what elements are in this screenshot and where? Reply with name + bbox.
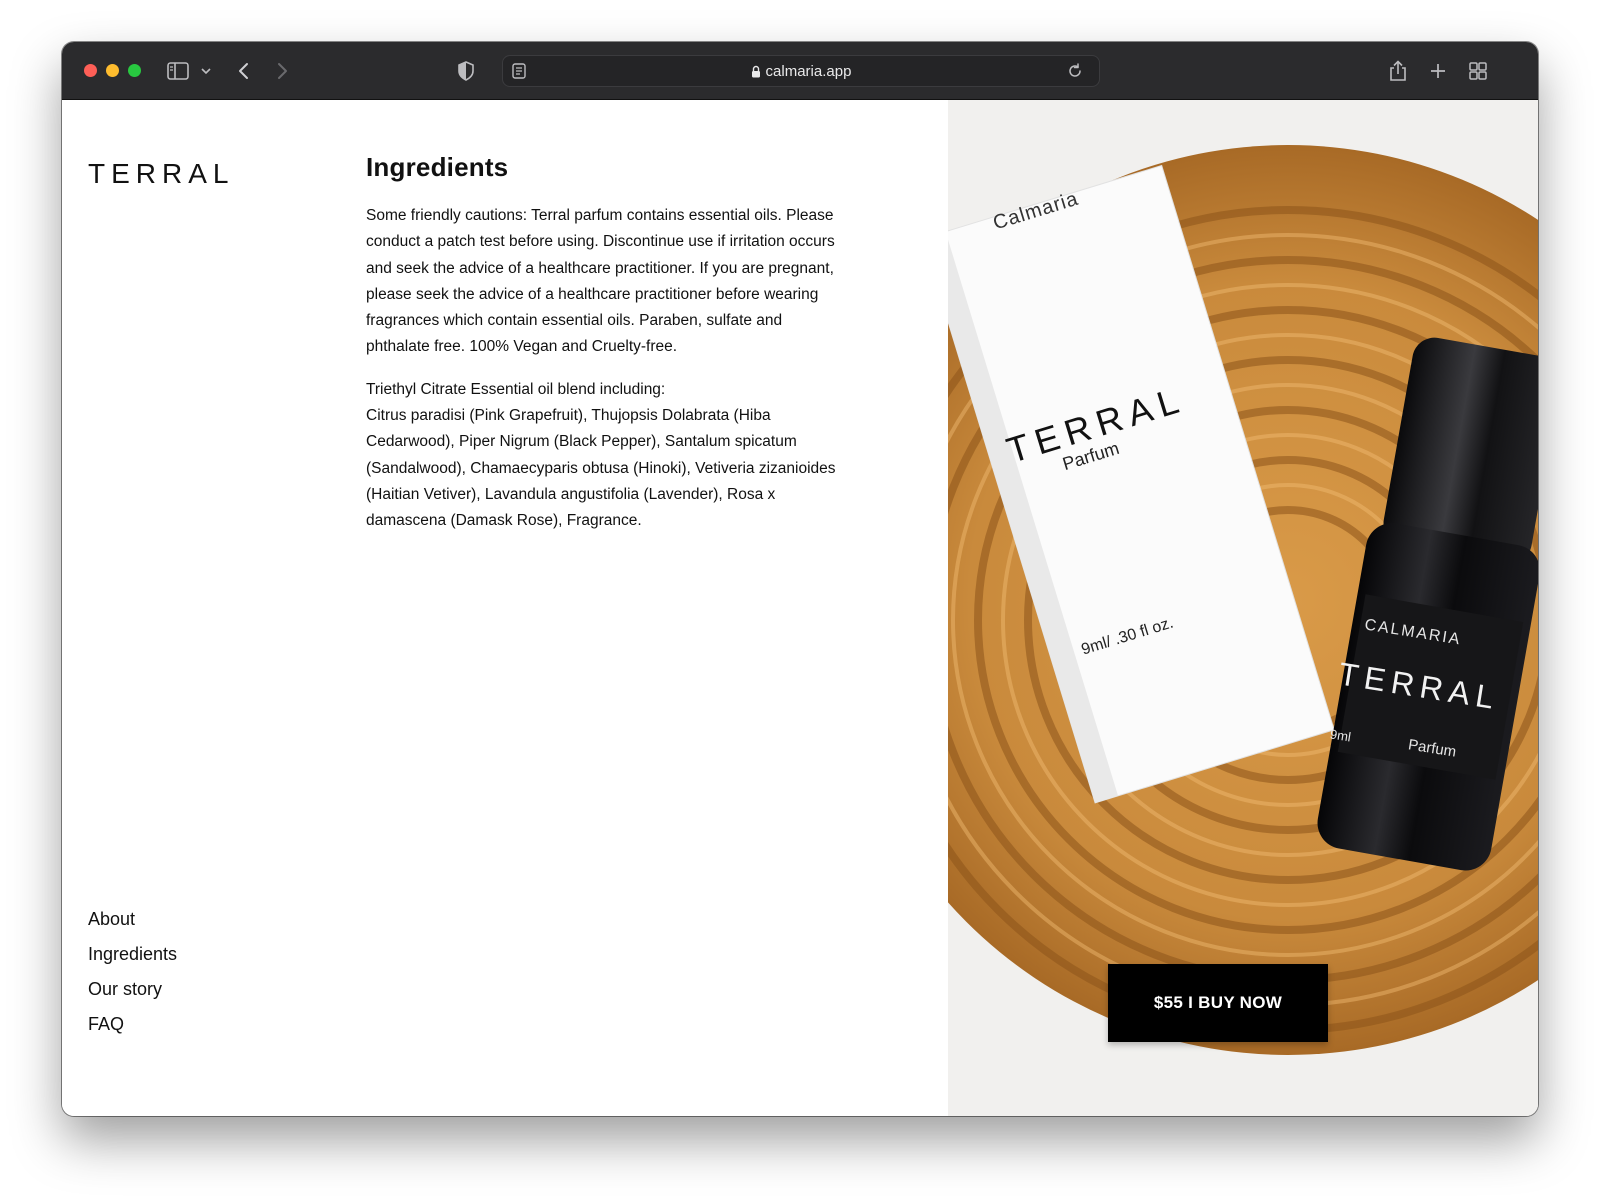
ingredients-intro: Triethyl Citrate Essential oil blend inc… xyxy=(366,380,666,398)
url-text: calmaria.app xyxy=(765,62,852,80)
forward-button-icon[interactable] xyxy=(270,59,294,83)
new-tab-icon[interactable] xyxy=(1426,59,1450,83)
privacy-shield-icon[interactable] xyxy=(454,59,478,83)
zoom-window-button[interactable] xyxy=(128,64,141,77)
text-pane: TERRAL Ingredients Some friendly caution… xyxy=(62,100,948,1116)
ingredients-list: Citrus paradisi (Pink Grapefruit), Thujo… xyxy=(366,407,836,530)
address-bar[interactable]: calmaria.app xyxy=(502,55,1100,87)
bottle-volume-label: 9ml xyxy=(1328,726,1352,745)
reload-icon[interactable] xyxy=(1063,59,1087,83)
sidebar-toggle-icon[interactable] xyxy=(166,59,190,83)
back-button-icon[interactable] xyxy=(232,59,256,83)
ingredients-article: Ingredients Some friendly cautions: Terr… xyxy=(366,152,836,551)
close-window-button[interactable] xyxy=(84,64,97,77)
browser-toolbar: calmaria.app xyxy=(62,42,1538,100)
site-logo[interactable]: TERRAL xyxy=(88,158,234,190)
browser-window: calmaria.app TERRAL Ingredients Some fri… xyxy=(62,42,1538,1116)
ingredients-paragraph: Triethyl Citrate Essential oil blend inc… xyxy=(366,377,836,535)
tab-overview-icon[interactable] xyxy=(1466,59,1490,83)
url-display[interactable]: calmaria.app xyxy=(503,56,1099,86)
nav-link-about[interactable]: About xyxy=(88,902,177,937)
page-title: Ingredients xyxy=(366,152,509,182)
page-content: TERRAL Ingredients Some friendly caution… xyxy=(62,100,1538,1116)
buy-now-button[interactable]: $55 I BUY NOW xyxy=(1108,964,1328,1042)
footer-nav: About Ingredients Our story FAQ xyxy=(88,902,177,1042)
minimize-window-button[interactable] xyxy=(106,64,119,77)
chevron-down-icon[interactable] xyxy=(194,59,218,83)
share-icon[interactable] xyxy=(1386,59,1410,83)
lock-icon xyxy=(751,65,761,78)
nav-link-our-story[interactable]: Our story xyxy=(88,972,177,1007)
cautions-paragraph: Some friendly cautions: Terral parfum co… xyxy=(366,207,835,356)
nav-link-ingredients[interactable]: Ingredients xyxy=(88,937,177,972)
nav-link-faq[interactable]: FAQ xyxy=(88,1007,177,1042)
